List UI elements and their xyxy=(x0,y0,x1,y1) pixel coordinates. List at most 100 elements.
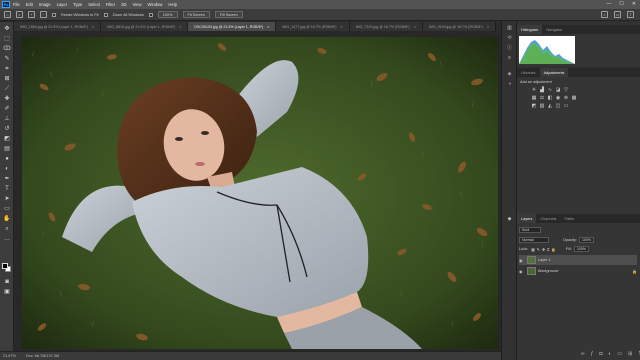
new-group-icon[interactable]: ▭ xyxy=(617,351,622,357)
blur-tool-icon[interactable]: ● xyxy=(3,155,11,163)
close-tab-icon[interactable]: × xyxy=(340,25,342,29)
curves-icon[interactable]: ∿ xyxy=(547,87,553,93)
tab-paths[interactable]: Paths xyxy=(560,214,578,223)
document-tab[interactable]: IMG_8818.jpg @ 21.5% (Layer 1, RGB/8*) × xyxy=(101,22,189,31)
link-layers-icon[interactable]: ∞ xyxy=(581,351,585,357)
tab-adjustments[interactable]: Adjustments xyxy=(539,68,569,77)
layer-row[interactable]: ◉ Background 🔒 xyxy=(519,266,637,276)
home-icon[interactable]: ⌂ xyxy=(4,11,11,18)
brush-tool-icon[interactable]: ✐ xyxy=(3,105,11,113)
tab-channels[interactable]: Channels xyxy=(536,214,560,223)
fill-field[interactable]: 100% xyxy=(573,246,590,252)
exposure-icon[interactable]: ◪ xyxy=(555,87,561,93)
gradient-map-icon[interactable]: ▭ xyxy=(563,103,569,109)
scrubby-zoom-checkbox[interactable] xyxy=(148,12,153,17)
menu-3d[interactable]: 3D xyxy=(121,2,126,7)
tab-libraries[interactable]: Libraries xyxy=(517,68,540,77)
menu-type[interactable]: Type xyxy=(73,2,82,7)
zoom-in-icon[interactable]: + xyxy=(28,11,35,18)
type-tool-icon[interactable]: T xyxy=(3,185,11,193)
document-tab[interactable]: IMG_9159.jpg @ 16.7% (RGB/8*) × xyxy=(422,22,497,31)
workspace-icon[interactable]: ▭ xyxy=(614,11,621,18)
eraser-tool-icon[interactable]: ◩ xyxy=(3,135,11,143)
document-tab-active[interactable]: DSC05103.jpg @ 21.5% (Layer 1, RGB/8*) × xyxy=(188,22,277,31)
marquee-tool-icon[interactable]: ⬚ xyxy=(3,35,11,43)
opacity-field[interactable]: 100% xyxy=(578,237,595,243)
minimize-button[interactable]: — xyxy=(606,1,611,7)
gradient-tool-icon[interactable]: ▤ xyxy=(3,145,11,153)
histogram-icon[interactable]: ▥ xyxy=(506,25,513,32)
photoshop-logo[interactable]: Ps xyxy=(2,1,10,8)
blend-mode-dropdown[interactable]: Normal xyxy=(519,237,549,243)
close-button[interactable]: ✕ xyxy=(632,1,636,7)
new-adjustment-icon[interactable]: ◐ xyxy=(608,351,611,357)
info-icon[interactable]: ⓘ xyxy=(506,45,513,52)
search-icon[interactable]: ⌕ xyxy=(601,11,608,18)
close-tab-icon[interactable]: × xyxy=(179,25,181,29)
edit-toolbar-icon[interactable]: … xyxy=(3,235,11,243)
fit-screen-button[interactable]: Fit Screen xyxy=(182,11,210,18)
history-brush-icon[interactable]: ↺ xyxy=(3,125,11,133)
lasso-tool-icon[interactable]: ↀ xyxy=(3,45,11,53)
visibility-eye-icon[interactable]: ◉ xyxy=(519,258,525,263)
layer-row-selected[interactable]: ◉ Layer 1 xyxy=(519,255,637,265)
history-icon[interactable]: ⟲ xyxy=(506,35,513,42)
menu-layer[interactable]: Layer xyxy=(57,2,67,7)
move-tool-icon[interactable]: ✥ xyxy=(3,25,11,33)
new-layer-icon[interactable]: ⊞ xyxy=(628,351,632,357)
resize-windows-checkbox[interactable] xyxy=(52,12,56,17)
menu-view[interactable]: View xyxy=(133,2,142,7)
levels-icon[interactable]: ▟ xyxy=(539,87,545,93)
zoom-value-button[interactable]: 100% xyxy=(157,11,178,18)
vibrance-icon[interactable]: ▽ xyxy=(563,87,569,93)
pen-tool-icon[interactable]: ✒ xyxy=(3,175,11,183)
selective-color-icon[interactable]: ◫ xyxy=(555,103,561,109)
tab-navigator[interactable]: Navigator xyxy=(542,25,566,34)
canvas-area[interactable] xyxy=(14,31,501,351)
color-icon[interactable]: ◑ xyxy=(506,81,513,88)
black-white-icon[interactable]: ◧ xyxy=(547,95,553,101)
menu-file[interactable]: File xyxy=(13,2,20,7)
layer-name[interactable]: Background xyxy=(538,269,558,273)
hand-tool-icon[interactable]: ✋ xyxy=(3,215,11,223)
rectangle-tool-icon[interactable]: ▭ xyxy=(3,205,11,213)
layers-icon[interactable]: ◆ xyxy=(506,216,513,223)
menu-help[interactable]: Help xyxy=(168,2,177,7)
invert-icon[interactable]: ◩ xyxy=(531,103,537,109)
close-tab-icon[interactable]: × xyxy=(267,25,269,29)
quick-select-tool-icon[interactable]: ✎ xyxy=(3,55,11,63)
fill-screen-button[interactable]: Fill Screen xyxy=(214,11,243,18)
zoom-level[interactable]: 21.67% xyxy=(3,354,16,358)
close-tab-icon[interactable]: × xyxy=(414,25,416,29)
tab-histogram[interactable]: Histogram xyxy=(517,25,543,34)
document-tab[interactable]: IMG_7329.jpg @ 16.7% (RGB/8*) × xyxy=(349,22,423,31)
maximize-button[interactable]: ☐ xyxy=(619,1,623,7)
layer-name[interactable]: Layer 1 xyxy=(538,258,551,262)
eyedropper-tool-icon[interactable]: ⟋ xyxy=(3,85,11,93)
close-tab-icon[interactable]: × xyxy=(487,25,489,29)
hue-saturation-icon[interactable]: ▦ xyxy=(531,95,537,101)
crop-tool-icon[interactable]: ⌗ xyxy=(3,65,11,73)
visibility-eye-icon[interactable]: ◉ xyxy=(519,269,525,274)
healing-brush-icon[interactable]: ✚ xyxy=(3,95,11,103)
path-select-tool-icon[interactable]: ➤ xyxy=(3,195,11,203)
color-balance-icon[interactable]: ⚖ xyxy=(539,95,545,101)
filter-kind-dropdown[interactable]: Kind xyxy=(519,227,541,233)
add-mask-icon[interactable]: ◘ xyxy=(599,351,602,357)
photo-filter-icon[interactable]: ◉ xyxy=(555,95,561,101)
menu-select[interactable]: Select xyxy=(88,2,100,7)
menu-window[interactable]: Window xyxy=(148,2,163,7)
share-icon[interactable]: ⇪ xyxy=(627,11,634,18)
color-lookup-icon[interactable]: ▦ xyxy=(571,95,577,101)
document-tab[interactable]: IMG_1864.jpg @ 21.5% (Layer 1, RGB/8*) × xyxy=(14,22,102,31)
zoom-tool-icon[interactable]: ⌕ xyxy=(3,225,11,233)
threshold-icon[interactable]: ◭ xyxy=(547,103,553,109)
layer-style-icon[interactable]: ƒ xyxy=(591,351,594,357)
frame-tool-icon[interactable]: ⊠ xyxy=(3,75,11,83)
screen-mode-icon[interactable]: ▣ xyxy=(3,288,11,296)
close-tab-icon[interactable]: × xyxy=(92,25,94,29)
menu-image[interactable]: Image xyxy=(39,2,51,7)
lock-icons[interactable]: ▦✎✥⌗🔒 xyxy=(531,247,558,252)
quick-mask-icon[interactable]: ◙ xyxy=(3,278,11,286)
zoom-all-checkbox[interactable] xyxy=(103,12,108,17)
